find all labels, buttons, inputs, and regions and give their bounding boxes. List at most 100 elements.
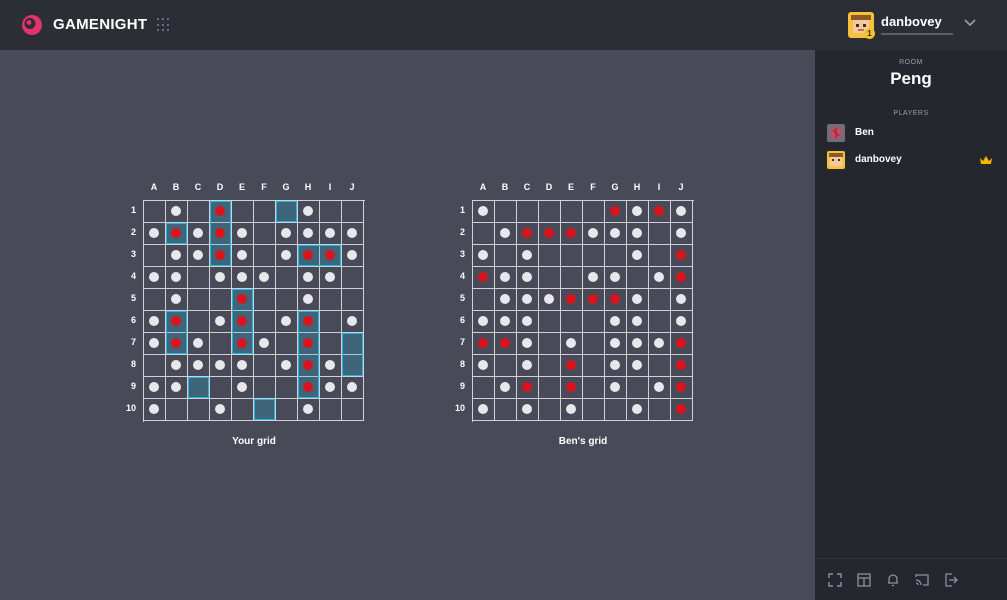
board-cell[interactable]	[605, 399, 627, 421]
board-cell[interactable]	[561, 201, 583, 223]
board-cell[interactable]	[561, 245, 583, 267]
board-cell[interactable]	[254, 289, 276, 311]
board-cell[interactable]	[210, 377, 232, 399]
board-cell[interactable]	[649, 311, 671, 333]
board-cell[interactable]	[539, 311, 561, 333]
username[interactable]: danbovey	[881, 14, 942, 29]
board-cell[interactable]	[254, 355, 276, 377]
board-cell[interactable]	[473, 377, 495, 399]
board-cell[interactable]	[539, 267, 561, 289]
board-cell[interactable]	[320, 399, 342, 421]
board-cell[interactable]	[188, 289, 210, 311]
board-cell[interactable]	[144, 355, 166, 377]
column-label: I	[328, 182, 332, 192]
board-cell[interactable]	[583, 333, 605, 355]
board-cell[interactable]	[276, 377, 298, 399]
hit-peg	[676, 272, 686, 282]
player-item-danbovey[interactable]: danbovey	[827, 151, 997, 169]
board-cell[interactable]	[583, 245, 605, 267]
board-cell[interactable]	[144, 201, 166, 223]
board-cell[interactable]	[210, 289, 232, 311]
miss-peg	[522, 404, 532, 414]
avatar[interactable]: 1	[848, 12, 875, 39]
board-cell[interactable]	[320, 311, 342, 333]
cast-icon[interactable]	[915, 573, 929, 587]
board-cell[interactable]	[144, 245, 166, 267]
fullscreen-icon[interactable]	[828, 573, 842, 587]
board-cell[interactable]	[276, 289, 298, 311]
board-cell[interactable]	[210, 333, 232, 355]
board-cell[interactable]	[188, 267, 210, 289]
row-label: 9	[459, 381, 465, 391]
board-cell[interactable]	[254, 245, 276, 267]
hit-peg	[676, 382, 686, 392]
board-cell[interactable]	[320, 289, 342, 311]
apps-grid-icon[interactable]	[157, 18, 171, 32]
gamenight-logo-icon[interactable]	[21, 14, 43, 36]
board-cell[interactable]	[254, 377, 276, 399]
app-name[interactable]: GAMENIGHT	[53, 16, 147, 33]
miss-peg	[215, 404, 225, 414]
board-cell[interactable]	[320, 333, 342, 355]
layout-icon[interactable]	[857, 573, 871, 587]
miss-peg	[632, 250, 642, 260]
board-cell[interactable]	[232, 201, 254, 223]
board-cell[interactable]	[254, 201, 276, 223]
board-cell[interactable]	[561, 311, 583, 333]
board-cell[interactable]	[473, 289, 495, 311]
board-cell[interactable]	[276, 399, 298, 421]
board-cell[interactable]	[649, 355, 671, 377]
board	[143, 200, 365, 422]
board-cell[interactable]	[342, 399, 364, 421]
board-cell[interactable]	[539, 333, 561, 355]
miss-peg	[632, 404, 642, 414]
bell-icon[interactable]	[886, 573, 900, 587]
miss-peg	[325, 360, 335, 370]
board-cell[interactable]	[232, 399, 254, 421]
board-cell[interactable]	[649, 223, 671, 245]
miss-peg	[215, 316, 225, 326]
board-cell[interactable]	[539, 377, 561, 399]
board-cell[interactable]	[583, 355, 605, 377]
board-cell[interactable]	[649, 399, 671, 421]
board-cell[interactable]	[473, 223, 495, 245]
board-cell[interactable]	[649, 289, 671, 311]
board-cell[interactable]	[188, 201, 210, 223]
board-cell[interactable]	[539, 201, 561, 223]
board-cell[interactable]	[561, 267, 583, 289]
logout-icon[interactable]	[944, 573, 958, 587]
board-cell[interactable]	[517, 201, 539, 223]
board-cell[interactable]	[539, 245, 561, 267]
board-cell[interactable]	[495, 201, 517, 223]
board-cell[interactable]	[188, 399, 210, 421]
board-cell[interactable]	[495, 399, 517, 421]
board-cell[interactable]	[583, 399, 605, 421]
board-cell[interactable]	[627, 377, 649, 399]
board-cell[interactable]	[342, 289, 364, 311]
board-cell[interactable]	[276, 333, 298, 355]
board-cell[interactable]	[188, 311, 210, 333]
board-cell[interactable]	[144, 289, 166, 311]
chevron-down-icon[interactable]	[963, 18, 977, 28]
board-cell[interactable]	[627, 267, 649, 289]
board-cell[interactable]	[342, 201, 364, 223]
player-item-ben[interactable]: Ben	[827, 124, 997, 142]
board-cell[interactable]	[539, 355, 561, 377]
board-cell[interactable]	[495, 355, 517, 377]
player-name: Ben	[855, 127, 874, 138]
board-cell[interactable]	[583, 201, 605, 223]
board-cell[interactable]	[649, 245, 671, 267]
board-cell[interactable]	[276, 267, 298, 289]
board-cell[interactable]	[342, 267, 364, 289]
board-cell[interactable]	[320, 201, 342, 223]
board-cell[interactable]	[254, 223, 276, 245]
board-cell[interactable]	[495, 245, 517, 267]
board-cell[interactable]	[254, 311, 276, 333]
board-cell[interactable]	[539, 399, 561, 421]
miss-peg	[171, 272, 181, 282]
row-label: 4	[130, 271, 136, 281]
board-cell[interactable]	[583, 377, 605, 399]
board-cell[interactable]	[166, 399, 188, 421]
board-cell[interactable]	[583, 311, 605, 333]
board-cell[interactable]	[605, 245, 627, 267]
